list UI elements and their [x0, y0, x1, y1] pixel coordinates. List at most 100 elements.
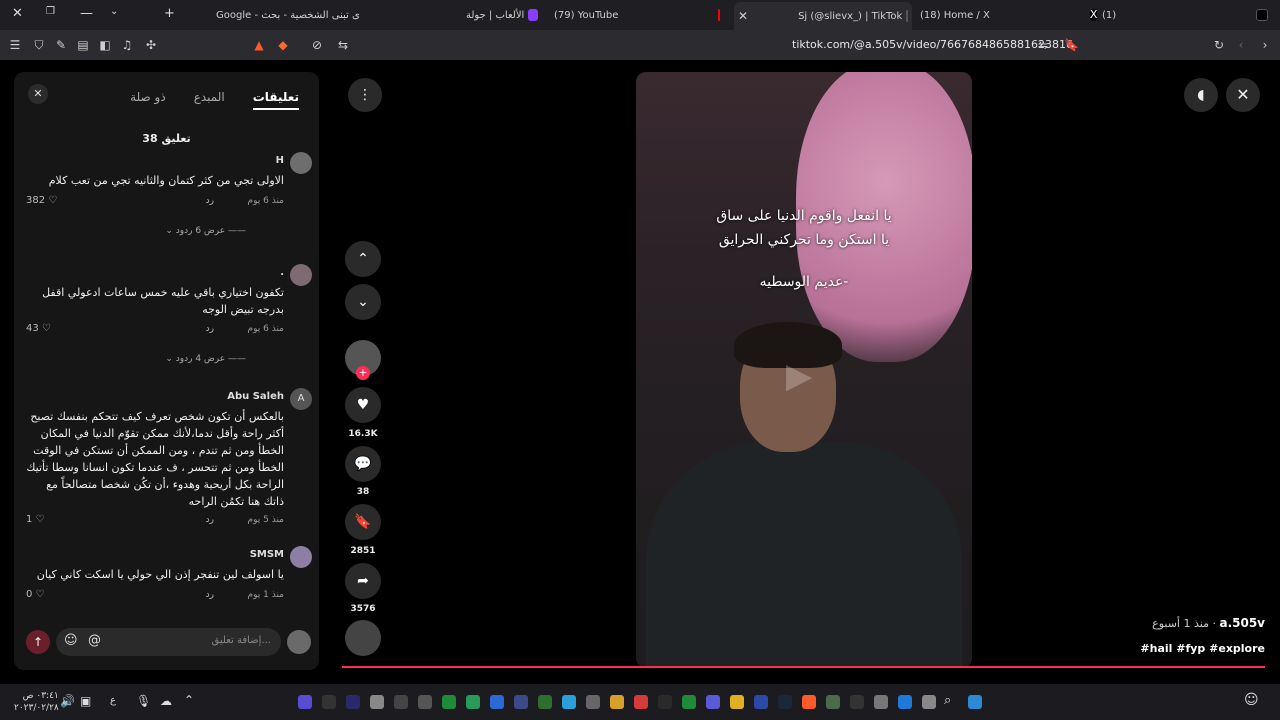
save-button[interactable]: 🔖	[345, 504, 381, 540]
telegram-icon[interactable]	[562, 695, 576, 709]
steam-icon[interactable]	[778, 695, 792, 709]
brave-icon[interactable]: ◆	[276, 38, 290, 52]
xbox-icon[interactable]	[682, 695, 696, 709]
avatar[interactable]	[290, 264, 312, 286]
like-count[interactable]: 43 ♡	[26, 323, 51, 334]
app-icon-20[interactable]	[874, 695, 888, 709]
sidebar-icon[interactable]: ◧	[98, 38, 112, 52]
author-name[interactable]: a.505v	[1219, 616, 1265, 630]
app-icon-8[interactable]	[466, 695, 480, 709]
close-window-icon[interactable]: ✕	[12, 6, 23, 21]
previous-video-button[interactable]: ⌃	[345, 241, 381, 277]
app-icon-21[interactable]	[922, 695, 936, 709]
comment-user[interactable]: SMSM	[250, 549, 284, 560]
follow-plus-icon[interactable]: +	[356, 366, 370, 380]
app-icon-15[interactable]	[658, 695, 672, 709]
next-video-button[interactable]: ⌄	[345, 284, 381, 320]
tab-games[interactable]: الألعاب | جولة	[466, 4, 542, 26]
app-icon-7[interactable]	[442, 695, 456, 709]
music-disc[interactable]	[345, 620, 381, 656]
menu-icon[interactable]: ☰	[8, 38, 22, 52]
restore-icon[interactable]: ❐	[46, 6, 55, 17]
app-icon-16[interactable]	[730, 695, 744, 709]
no-sound-icon[interactable]: ⊘	[310, 38, 324, 52]
avatar[interactable]	[290, 152, 312, 174]
app-icon-2[interactable]	[322, 695, 336, 709]
app-icon-19[interactable]	[850, 695, 864, 709]
brave-taskbar-icon[interactable]	[802, 695, 816, 709]
like-count[interactable]: 0 ♡	[26, 589, 45, 600]
app-icon-6[interactable]	[418, 695, 432, 709]
edge-icon[interactable]	[898, 695, 912, 709]
app-icon-3[interactable]	[346, 695, 360, 709]
tab-google[interactable]: Google - ى تبنى الشخصية - بحث	[216, 4, 360, 26]
pin-icon[interactable]: ✎	[54, 38, 68, 52]
app-icon-13[interactable]	[610, 695, 624, 709]
avatar[interactable]	[290, 546, 312, 568]
notification-icon[interactable]: ☺	[1244, 692, 1259, 708]
share-button[interactable]: ➦	[345, 563, 381, 599]
app-icon-17[interactable]	[754, 695, 768, 709]
mic-icon[interactable]: 🎙	[136, 694, 151, 708]
translate-icon[interactable]: ⇆	[336, 38, 350, 52]
discord-icon[interactable]	[706, 695, 720, 709]
back-icon[interactable]: ‹	[1234, 38, 1248, 52]
search-icon[interactable]: ⌕	[944, 693, 951, 708]
close-panel-button[interactable]: ✕	[28, 84, 48, 104]
triangle-icon[interactable]: ▲	[252, 38, 266, 52]
speaker-icon[interactable]: 🔊	[60, 694, 75, 708]
tab-youtube[interactable]: (79) YouTube	[554, 4, 724, 26]
video-player[interactable]: يا انفعل واقوم الدنيا على ساق يا استكن و…	[636, 72, 972, 668]
comment-input[interactable]: ☺ @ إضافة تعليق...	[56, 628, 281, 656]
app-icon-11[interactable]	[538, 695, 552, 709]
comment-user[interactable]: Abu Saleh	[227, 391, 284, 402]
reload-icon[interactable]: ↻	[1212, 38, 1226, 52]
chevron-down-icon[interactable]: ⌄	[110, 6, 118, 17]
shield-icon[interactable]: ⛉	[32, 38, 46, 52]
like-count[interactable]: 1 ♡	[26, 514, 45, 525]
onedrive-icon[interactable]: ☁	[160, 694, 172, 708]
avatar[interactable]: A	[290, 388, 312, 410]
reply-button[interactable]: رد	[206, 590, 214, 600]
app-icon-14[interactable]	[634, 695, 648, 709]
like-count[interactable]: 382 ♡	[26, 195, 57, 206]
new-tab-icon[interactable]: +	[164, 6, 175, 21]
comment-user[interactable]: .	[280, 267, 284, 278]
close-tab-icon[interactable]: ✕	[738, 9, 748, 23]
chevron-up-icon[interactable]: ⌃	[184, 693, 194, 707]
more-options-button[interactable]: ⋮	[348, 78, 382, 112]
tab-related[interactable]: ذو صلة	[130, 90, 166, 110]
minimize-icon[interactable]: —	[80, 6, 93, 21]
play-icon[interactable]: ▶	[786, 356, 812, 396]
video-hashtags[interactable]: #hail #fyp #explore	[1140, 642, 1265, 655]
system-clock[interactable]: ٠٣:٤١ ص ٢٠٢٣/٠٢/٢٨	[14, 690, 59, 714]
extensions-icon[interactable]: ✣	[144, 38, 158, 52]
forward-icon[interactable]: ›	[1258, 38, 1272, 52]
emoji-icon[interactable]: ☺	[64, 633, 78, 648]
reader-icon[interactable]: ▤	[76, 38, 90, 52]
display-icon[interactable]: ▣	[80, 694, 91, 708]
reply-button[interactable]: رد	[206, 515, 214, 525]
app-icon-5[interactable]	[394, 695, 408, 709]
settings-toggle-icon[interactable]: ⇋	[1036, 38, 1050, 52]
app-icon-4[interactable]	[370, 695, 384, 709]
like-button[interactable]: ♥	[345, 387, 381, 423]
comment-user[interactable]: H	[276, 155, 284, 166]
app-icon-9[interactable]	[490, 695, 504, 709]
app-icon-12[interactable]	[586, 695, 600, 709]
reply-button[interactable]: رد	[206, 324, 214, 334]
tab-x[interactable]: (18) Home / X X	[920, 4, 1098, 26]
send-button[interactable]: ↑	[26, 630, 50, 654]
app-icon-10[interactable]	[514, 695, 528, 709]
close-video-button[interactable]: ✕	[1226, 78, 1260, 112]
app-icon-1[interactable]	[298, 695, 312, 709]
bookmark-icon[interactable]: 🔖	[1064, 38, 1079, 52]
tab-creator[interactable]: المبدع	[194, 90, 225, 110]
mention-icon[interactable]: @	[88, 633, 101, 648]
reply-button[interactable]: رد	[206, 196, 214, 206]
video-caption-author[interactable]: a.505v · منذ 1 أسبوع	[1152, 616, 1265, 630]
tab-tiktok[interactable]: ✕ Sj (@slievx_) | TikTok	[734, 2, 912, 30]
tab-comments[interactable]: تعليقات	[252, 90, 299, 110]
app-icon-18[interactable]	[826, 695, 840, 709]
url-text[interactable]: tiktok.com/@a.505v/video/766768486588162…	[792, 38, 1073, 51]
